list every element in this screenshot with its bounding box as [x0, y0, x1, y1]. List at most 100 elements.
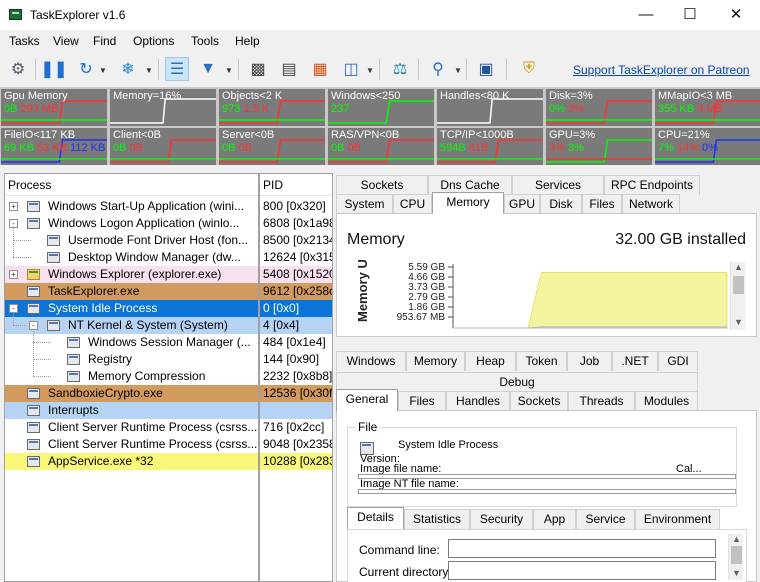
pid-cell[interactable]: 9048 [0x2358 [260, 436, 332, 453]
pid-cell[interactable] [260, 402, 332, 419]
freeze-dropdown-icon[interactable]: ▼ [145, 66, 153, 75]
tab-modules[interactable]: Modules [635, 391, 698, 411]
tree-row[interactable]: Interrupts [5, 402, 258, 419]
pid-cell[interactable]: 10288 [0x283 [260, 453, 332, 470]
scroll-down-icon[interactable]: ▼ [731, 317, 746, 327]
graph-tile[interactable]: Disk=3% 0% 3% [546, 89, 652, 126]
graph-tile[interactable]: CPU=21% 7% 14% 0% [655, 128, 760, 165]
tab-job[interactable]: Job [567, 351, 612, 371]
graph-tile[interactable]: Objects<2 K 973 1.5 K [219, 89, 325, 126]
tab-details[interactable]: Details [347, 507, 404, 529]
pid-cell[interactable]: 800 [0x320] [260, 198, 332, 215]
details-scroll-down-icon[interactable]: ▼ [729, 568, 744, 578]
tree-row[interactable]: Client Server Runtime Process (csrss... [5, 436, 258, 453]
tab-environment[interactable]: Environment [635, 509, 720, 529]
pid-cell[interactable]: 716 [0x2cc] [260, 419, 332, 436]
tree-row[interactable]: + Windows Explorer (explorer.exe) [5, 266, 258, 283]
tree-row[interactable]: SandboxieCrypto.exe [5, 385, 258, 402]
pid-cell[interactable]: 12624 [0x315 [260, 249, 332, 266]
pid-cell[interactable]: 144 [0x90] [260, 351, 332, 368]
close-icon[interactable]: ✕ [714, 0, 758, 30]
tab-statistics[interactable]: Statistics [404, 509, 470, 529]
refresh-dropdown-icon[interactable]: ▼ [99, 66, 107, 75]
tree-row[interactable]: - NT Kernel & System (System) [5, 317, 258, 334]
tab-gpu[interactable]: GPU [504, 194, 540, 214]
tab-security[interactable]: Security [470, 509, 533, 529]
graph-tile[interactable]: TCP/IP<1000B 594B 41B [437, 128, 543, 165]
pid-cell[interactable]: 484 [0x1e4] [260, 334, 332, 351]
tree-row[interactable]: Desktop Window Manager (dw... [5, 249, 258, 266]
pid-cell[interactable]: 6808 [0x1a98 [260, 215, 332, 232]
window-list-icon[interactable]: ▤ [277, 57, 301, 81]
process-tree[interactable]: Process + Windows Start-Up Application (w… [4, 173, 259, 582]
tab-general[interactable]: General [336, 389, 398, 411]
pid-column-header[interactable]: PID [260, 174, 332, 196]
menu-tools[interactable]: Tools [191, 34, 219, 48]
tree-row[interactable]: AppService.exe *32 [5, 453, 258, 470]
filter-icon[interactable]: ▼ [196, 57, 220, 81]
graph-tile[interactable]: Gpu Memory 0B 293 MB [1, 89, 107, 126]
tree-row[interactable]: - System Idle Process [5, 300, 258, 317]
scroll-thumb[interactable] [733, 276, 744, 294]
tab-threads[interactable]: Threads [568, 391, 635, 411]
process-column-header[interactable]: Process [5, 174, 258, 196]
tree-row[interactable]: Client Server Runtime Process (csrss... [5, 419, 258, 436]
pid-column[interactable]: PID 800 [0x320] 6808 [0x1a98 8500 [0x2134 1… [259, 173, 333, 582]
current-directory-field[interactable] [448, 561, 716, 580]
tab-app[interactable]: App [533, 509, 576, 529]
console-icon[interactable]: ▣ [474, 57, 498, 81]
search-dropdown-icon[interactable]: ▼ [454, 66, 462, 75]
tab-process-memory[interactable]: Memory [406, 351, 465, 371]
menu-help[interactable]: Help [235, 34, 260, 48]
maximize-icon[interactable]: ☐ [668, 0, 712, 30]
command-line-field[interactable] [448, 539, 716, 558]
graph-tile[interactable]: MMapIO<3 MB 355 KB 3 MB [655, 89, 760, 126]
graph-tile[interactable]: Client<0B 0B 0B [110, 128, 216, 165]
details-scroll-up-icon[interactable]: ▲ [729, 534, 744, 544]
tab-services[interactable]: Services [512, 175, 604, 195]
snowflake-freeze-icon[interactable]: ❄ [116, 57, 140, 81]
shield-icon[interactable]: ⛨ [517, 57, 541, 81]
details-scrollbar[interactable]: ▲ ▼ [728, 534, 743, 580]
menu-find[interactable]: Find [93, 34, 116, 48]
expand-icon[interactable]: + [9, 202, 18, 211]
patreon-link[interactable]: Support TaskExplorer on Patreon [573, 63, 750, 77]
menu-options[interactable]: Options [133, 34, 174, 48]
tree-row[interactable]: - Windows Logon Application (winlo... [5, 215, 258, 232]
tab-dotnet[interactable]: .NET [612, 351, 658, 371]
firewall-icon[interactable]: ▦ [308, 57, 332, 81]
process-window-dropdown-icon[interactable]: ▼ [366, 66, 374, 75]
graph-tile[interactable]: Handles<80 K [437, 89, 543, 126]
filter-dropdown-icon[interactable]: ▼ [225, 66, 233, 75]
tab-handles[interactable]: Handles [446, 391, 510, 411]
tab-network[interactable]: Network [622, 194, 680, 214]
tab-memory[interactable]: Memory [432, 192, 504, 214]
memory-chart-scrollbar[interactable]: ▲ ▼ [730, 262, 745, 330]
tab-system[interactable]: System [336, 194, 393, 214]
pid-cell[interactable]: 5408 [0x1520 [260, 266, 332, 283]
expand-icon[interactable]: + [9, 270, 18, 279]
pid-cell[interactable]: 12536 [0x30f [260, 385, 332, 402]
tab-sockets[interactable]: Sockets [336, 175, 428, 195]
graph-tile[interactable]: Windows<250 237 [328, 89, 434, 126]
refresh-icon[interactable]: ↻ [74, 57, 98, 81]
terminal-window-icon[interactable]: ▩ [246, 57, 270, 81]
process-window-icon[interactable]: ◫ [339, 57, 363, 81]
pid-cell[interactable]: 8500 [0x2134 [260, 232, 332, 249]
pid-cell[interactable]: 2232 [0x8b8] [260, 368, 332, 385]
pid-cell[interactable]: 9612 [0x258c [260, 283, 332, 300]
image-nt-field[interactable] [358, 489, 736, 494]
details-scroll-thumb[interactable] [731, 546, 742, 564]
pause-icon[interactable]: ❚❚ [41, 57, 68, 81]
tab-windows[interactable]: Windows [336, 351, 406, 371]
tree-row[interactable]: Usermode Font Driver Host (fon... [5, 232, 258, 249]
tab-gdi[interactable]: GDI [658, 351, 698, 371]
graph-tile[interactable]: FileIO<117 KB 69 KB 53 KB 112 KB [1, 128, 107, 165]
pid-cell[interactable]: 4 [0x4] [260, 317, 332, 334]
monitor-graph-icon[interactable]: ⚖ [388, 57, 412, 81]
tab-process-files[interactable]: Files [398, 391, 446, 411]
tab-cpu[interactable]: CPU [393, 194, 432, 214]
tree-row[interactable]: + Windows Start-Up Application (wini... [5, 198, 258, 215]
tab-disk[interactable]: Disk [540, 194, 582, 214]
scroll-up-icon[interactable]: ▲ [731, 262, 746, 272]
